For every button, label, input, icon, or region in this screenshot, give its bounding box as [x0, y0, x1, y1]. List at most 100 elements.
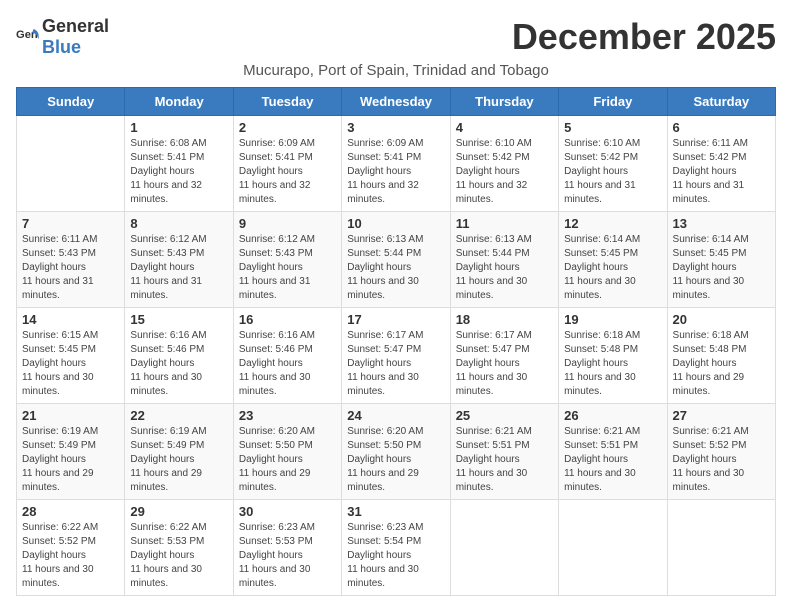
day-number: 3: [347, 120, 444, 135]
day-info: Sunrise: 6:22 AMSunset: 5:52 PMDaylight …: [22, 521, 119, 591]
calendar-week-row: 14 Sunrise: 6:15 AMSunset: 5:45 PMDayligh…: [17, 308, 776, 404]
day-info: Sunrise: 6:11 AMSunset: 5:43 PMDaylight …: [22, 233, 119, 303]
calendar-cell: [17, 116, 125, 212]
day-header-sunday: Sunday: [17, 88, 125, 116]
calendar-header-row: SundayMondayTuesdayWednesdayThursdayFrid…: [17, 88, 776, 116]
day-info: Sunrise: 6:12 AMSunset: 5:43 PMDaylight …: [239, 233, 336, 303]
day-info: Sunrise: 6:13 AMSunset: 5:44 PMDaylight …: [347, 233, 444, 303]
day-number: 15: [130, 312, 227, 327]
calendar-table: SundayMondayTuesdayWednesdayThursdayFrid…: [16, 87, 776, 596]
calendar-cell: 15 Sunrise: 6:16 AMSunset: 5:46 PMDayligh…: [125, 308, 233, 404]
day-info: Sunrise: 6:17 AMSunset: 5:47 PMDaylight …: [456, 329, 553, 399]
day-header-thursday: Thursday: [450, 88, 558, 116]
calendar-week-row: 7 Sunrise: 6:11 AMSunset: 5:43 PMDaylight…: [17, 212, 776, 308]
calendar-cell: 26 Sunrise: 6:21 AMSunset: 5:51 PMDayligh…: [559, 404, 667, 500]
day-info: Sunrise: 6:14 AMSunset: 5:45 PMDaylight …: [673, 233, 770, 303]
day-header-friday: Friday: [559, 88, 667, 116]
calendar-week-row: 1 Sunrise: 6:08 AMSunset: 5:41 PMDaylight…: [17, 116, 776, 212]
day-info: Sunrise: 6:12 AMSunset: 5:43 PMDaylight …: [130, 233, 227, 303]
day-info: Sunrise: 6:22 AMSunset: 5:53 PMDaylight …: [130, 521, 227, 591]
day-info: Sunrise: 6:19 AMSunset: 5:49 PMDaylight …: [130, 425, 227, 495]
calendar-cell: 24 Sunrise: 6:20 AMSunset: 5:50 PMDayligh…: [342, 404, 450, 500]
calendar-cell: 6 Sunrise: 6:11 AMSunset: 5:42 PMDaylight…: [667, 116, 775, 212]
day-number: 30: [239, 504, 336, 519]
calendar-cell: 7 Sunrise: 6:11 AMSunset: 5:43 PMDaylight…: [17, 212, 125, 308]
calendar-cell: 4Sunrise: 6:10 AMSunset: 5:42 PMDaylight…: [450, 116, 558, 212]
day-number: 29: [130, 504, 227, 519]
day-info: Sunrise: 6:17 AMSunset: 5:47 PMDaylight …: [347, 329, 444, 399]
day-number: 27: [673, 408, 770, 423]
day-info: Sunrise: 6:18 AMSunset: 5:48 PMDaylight …: [564, 329, 661, 399]
day-number: 24: [347, 408, 444, 423]
calendar-cell: 27 Sunrise: 6:21 AMSunset: 5:52 PMDayligh…: [667, 404, 775, 500]
calendar-cell: 21 Sunrise: 6:19 AMSunset: 5:49 PMDayligh…: [17, 404, 125, 500]
day-number: 19: [564, 312, 661, 327]
day-info: Sunrise: 6:23 AMSunset: 5:54 PMDaylight …: [347, 521, 444, 591]
calendar-cell: 8 Sunrise: 6:12 AMSunset: 5:43 PMDaylight…: [125, 212, 233, 308]
day-number: 28: [22, 504, 119, 519]
day-info: Sunrise: 6:16 AMSunset: 5:46 PMDaylight …: [239, 329, 336, 399]
day-info: Sunrise: 6:09 AMSunset: 5:41 PMDaylight …: [239, 137, 336, 207]
day-header-monday: Monday: [125, 88, 233, 116]
calendar-cell: 11Sunrise: 6:13 AMSunset: 5:44 PMDayligh…: [450, 212, 558, 308]
day-info: Sunrise: 6:10 AMSunset: 5:42 PMDaylight …: [564, 137, 661, 207]
day-info: Sunrise: 6:21 AMSunset: 5:52 PMDaylight …: [673, 425, 770, 495]
day-number: 6: [673, 120, 770, 135]
calendar-cell: 31 Sunrise: 6:23 AMSunset: 5:54 PMDayligh…: [342, 500, 450, 596]
day-info: Sunrise: 6:23 AMSunset: 5:53 PMDaylight …: [239, 521, 336, 591]
day-info: Sunrise: 6:09 AMSunset: 5:41 PMDaylight …: [347, 137, 444, 207]
calendar-cell: 28 Sunrise: 6:22 AMSunset: 5:52 PMDayligh…: [17, 500, 125, 596]
day-number: 17: [347, 312, 444, 327]
day-number: 22: [130, 408, 227, 423]
day-info: Sunrise: 6:21 AMSunset: 5:51 PMDaylight …: [564, 425, 661, 495]
day-number: 14: [22, 312, 119, 327]
day-number: 8: [130, 216, 227, 231]
day-info: Sunrise: 6:20 AMSunset: 5:50 PMDaylight …: [347, 425, 444, 495]
day-info: Sunrise: 6:16 AMSunset: 5:46 PMDaylight …: [130, 329, 227, 399]
day-info: Sunrise: 6:18 AMSunset: 5:48 PMDaylight …: [673, 329, 770, 399]
day-number: 18: [456, 312, 553, 327]
calendar-cell: 20 Sunrise: 6:18 AMSunset: 5:48 PMDayligh…: [667, 308, 775, 404]
calendar-cell: 22 Sunrise: 6:19 AMSunset: 5:49 PMDayligh…: [125, 404, 233, 500]
day-info: Sunrise: 6:08 AMSunset: 5:41 PMDaylight …: [130, 137, 227, 207]
logo-general: General: [42, 16, 109, 36]
day-info: Sunrise: 6:20 AMSunset: 5:50 PMDaylight …: [239, 425, 336, 495]
day-info: Sunrise: 6:14 AMSunset: 5:45 PMDaylight …: [564, 233, 661, 303]
day-number: 20: [673, 312, 770, 327]
day-number: 13: [673, 216, 770, 231]
day-info: Sunrise: 6:21 AMSunset: 5:51 PMDaylight …: [456, 425, 553, 495]
calendar-cell: [559, 500, 667, 596]
calendar-cell: 29 Sunrise: 6:22 AMSunset: 5:53 PMDayligh…: [125, 500, 233, 596]
day-info: Sunrise: 6:15 AMSunset: 5:45 PMDaylight …: [22, 329, 119, 399]
day-number: 7: [22, 216, 119, 231]
calendar-cell: 12 Sunrise: 6:14 AMSunset: 5:45 PMDayligh…: [559, 212, 667, 308]
day-number: 26: [564, 408, 661, 423]
calendar-cell: 18 Sunrise: 6:17 AMSunset: 5:47 PMDayligh…: [450, 308, 558, 404]
calendar-cell: 14 Sunrise: 6:15 AMSunset: 5:45 PMDayligh…: [17, 308, 125, 404]
calendar-week-row: 21 Sunrise: 6:19 AMSunset: 5:49 PMDayligh…: [17, 404, 776, 500]
day-number: 1: [130, 120, 227, 135]
calendar-cell: 3 Sunrise: 6:09 AMSunset: 5:41 PMDaylight…: [342, 116, 450, 212]
calendar-cell: [450, 500, 558, 596]
day-info: Sunrise: 6:10 AMSunset: 5:42 PMDaylight …: [456, 137, 553, 207]
day-header-tuesday: Tuesday: [233, 88, 341, 116]
day-info: Sunrise: 6:13 AMSunset: 5:44 PMDaylight …: [456, 233, 553, 303]
calendar-cell: 5Sunrise: 6:10 AMSunset: 5:42 PMDaylight…: [559, 116, 667, 212]
day-number: 12: [564, 216, 661, 231]
day-info: Sunrise: 6:19 AMSunset: 5:49 PMDaylight …: [22, 425, 119, 495]
day-number: 31: [347, 504, 444, 519]
header: Gen General Blue December 2025: [16, 16, 776, 58]
day-number: 2: [239, 120, 336, 135]
calendar-cell: 25 Sunrise: 6:21 AMSunset: 5:51 PMDayligh…: [450, 404, 558, 500]
calendar-cell: 13 Sunrise: 6:14 AMSunset: 5:45 PMDayligh…: [667, 212, 775, 308]
day-number: 25: [456, 408, 553, 423]
day-header-saturday: Saturday: [667, 88, 775, 116]
logo-blue: Blue: [42, 37, 81, 57]
day-number: 16: [239, 312, 336, 327]
day-number: 21: [22, 408, 119, 423]
day-info: Sunrise: 6:11 AMSunset: 5:42 PMDaylight …: [673, 137, 770, 207]
calendar-cell: 23Sunrise: 6:20 AMSunset: 5:50 PMDayligh…: [233, 404, 341, 500]
month-title: December 2025: [512, 16, 776, 58]
subtitle: Mucurapo, Port of Spain, Trinidad and To…: [16, 62, 776, 79]
day-number: 10: [347, 216, 444, 231]
